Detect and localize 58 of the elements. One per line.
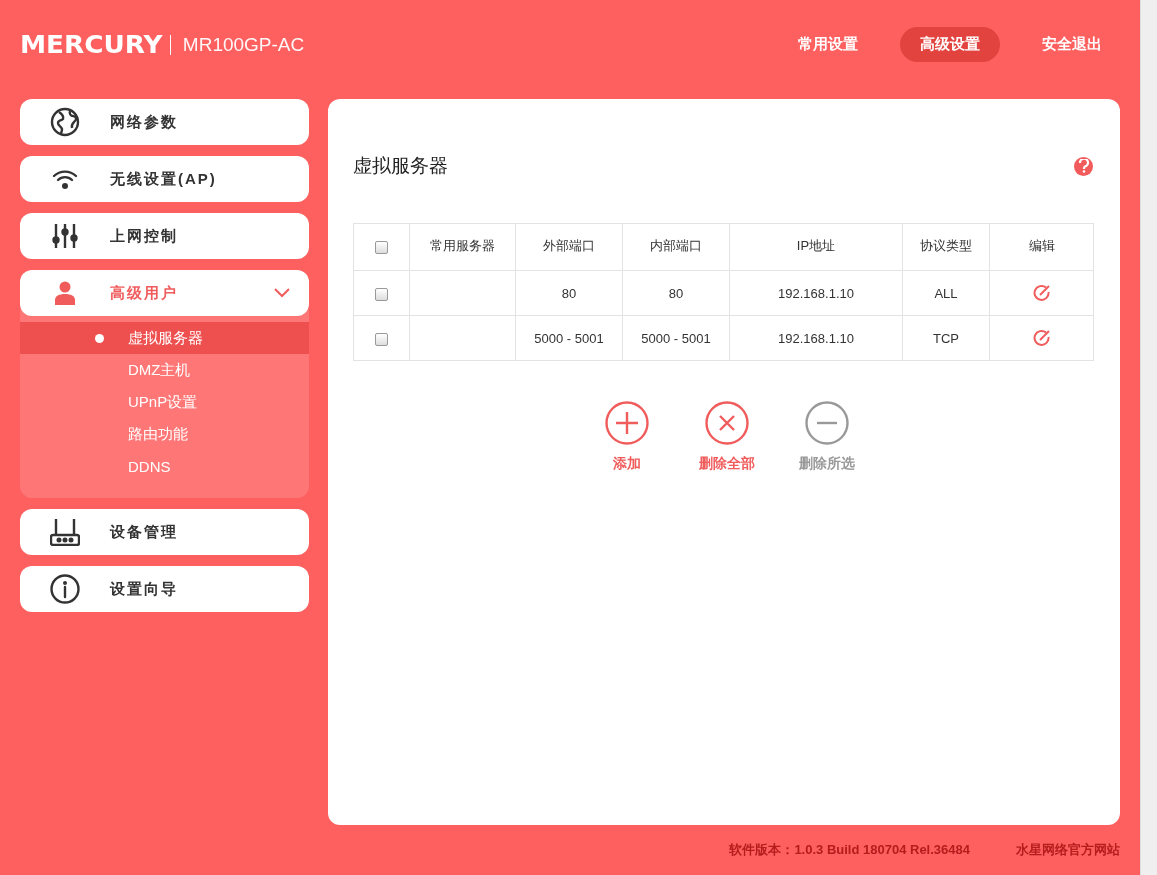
- table-cell: 80: [622, 270, 730, 316]
- submenu-item[interactable]: 虚拟服务器: [20, 322, 309, 354]
- submenu-item[interactable]: 路由功能: [20, 418, 309, 450]
- official-site-link[interactable]: 水星网络官方网站: [1016, 841, 1120, 859]
- router-icon: [50, 518, 80, 546]
- sliders-icon: [51, 222, 79, 250]
- menu-item[interactable]: 上网控制: [20, 213, 309, 259]
- column-header: 外部端口: [515, 223, 623, 271]
- menu-item[interactable]: 高级用户: [20, 270, 309, 316]
- x-circle-icon: [705, 401, 749, 445]
- column-header: 协议类型: [902, 223, 990, 271]
- column-header: 编辑: [989, 223, 1094, 271]
- chevron-icon: [273, 287, 291, 299]
- menu-label: 设置向导: [110, 579, 179, 599]
- plus-circle-icon: [605, 401, 649, 445]
- wifi-icon: [51, 167, 79, 191]
- nav-tab[interactable]: 常用设置: [778, 27, 878, 62]
- nav-tab[interactable]: 安全退出: [1022, 27, 1122, 62]
- minus-circle-icon: [805, 401, 849, 445]
- edit-icon[interactable]: [1032, 329, 1051, 347]
- globe-icon: [50, 107, 80, 137]
- help-icon[interactable]: [1074, 156, 1093, 176]
- table-cell: TCP: [902, 315, 990, 361]
- submenu-item[interactable]: DMZ主机: [20, 354, 309, 386]
- menu-label: 无线设置(AP): [110, 169, 218, 189]
- column-header: IP地址: [729, 223, 903, 271]
- submenu-item[interactable]: DDNS: [20, 450, 309, 482]
- row-checkbox[interactable]: [375, 332, 388, 346]
- submenu-item[interactable]: UPnP设置: [20, 386, 309, 418]
- menu-item[interactable]: 网络参数: [20, 99, 309, 145]
- menu-item[interactable]: 设置向导: [20, 566, 309, 612]
- menu-label: 上网控制: [110, 226, 179, 246]
- column-header: 内部端口: [622, 223, 730, 271]
- column-header: 常用服务器: [409, 223, 516, 271]
- table-cell: 80: [515, 270, 623, 316]
- page-title: 虚拟服务器: [353, 154, 448, 178]
- menu-label: 高级用户: [110, 283, 179, 303]
- table-cell: 5000 - 5001: [515, 315, 623, 361]
- menu-label: 网络参数: [110, 112, 179, 132]
- menu-item[interactable]: 设备管理: [20, 509, 309, 555]
- table-cell: 192.168.1.10: [729, 270, 903, 316]
- table-cell: 5000 - 5001: [622, 315, 730, 361]
- table-cell: 192.168.1.10: [729, 315, 903, 361]
- info-icon: [50, 574, 80, 604]
- row-checkbox[interactable]: [375, 287, 388, 301]
- action-button[interactable]: 删除全部: [695, 401, 759, 473]
- table-cell: ALL: [902, 270, 990, 316]
- row-checkbox[interactable]: [375, 240, 388, 254]
- edit-icon[interactable]: [1032, 284, 1051, 302]
- menu-label: 设备管理: [110, 522, 179, 542]
- action-button[interactable]: 添加: [595, 401, 659, 473]
- bullet-icon: [95, 333, 104, 343]
- user-icon: [54, 281, 76, 305]
- nav-tab[interactable]: 高级设置: [900, 27, 1000, 62]
- model-name: MR100GP-AC: [182, 33, 305, 56]
- version-text: 软件版本：1.0.3 Build 180704 Rel.36484: [729, 841, 970, 859]
- menu-item[interactable]: 无线设置(AP): [20, 156, 309, 202]
- brand-logo: MERCURY: [20, 30, 163, 59]
